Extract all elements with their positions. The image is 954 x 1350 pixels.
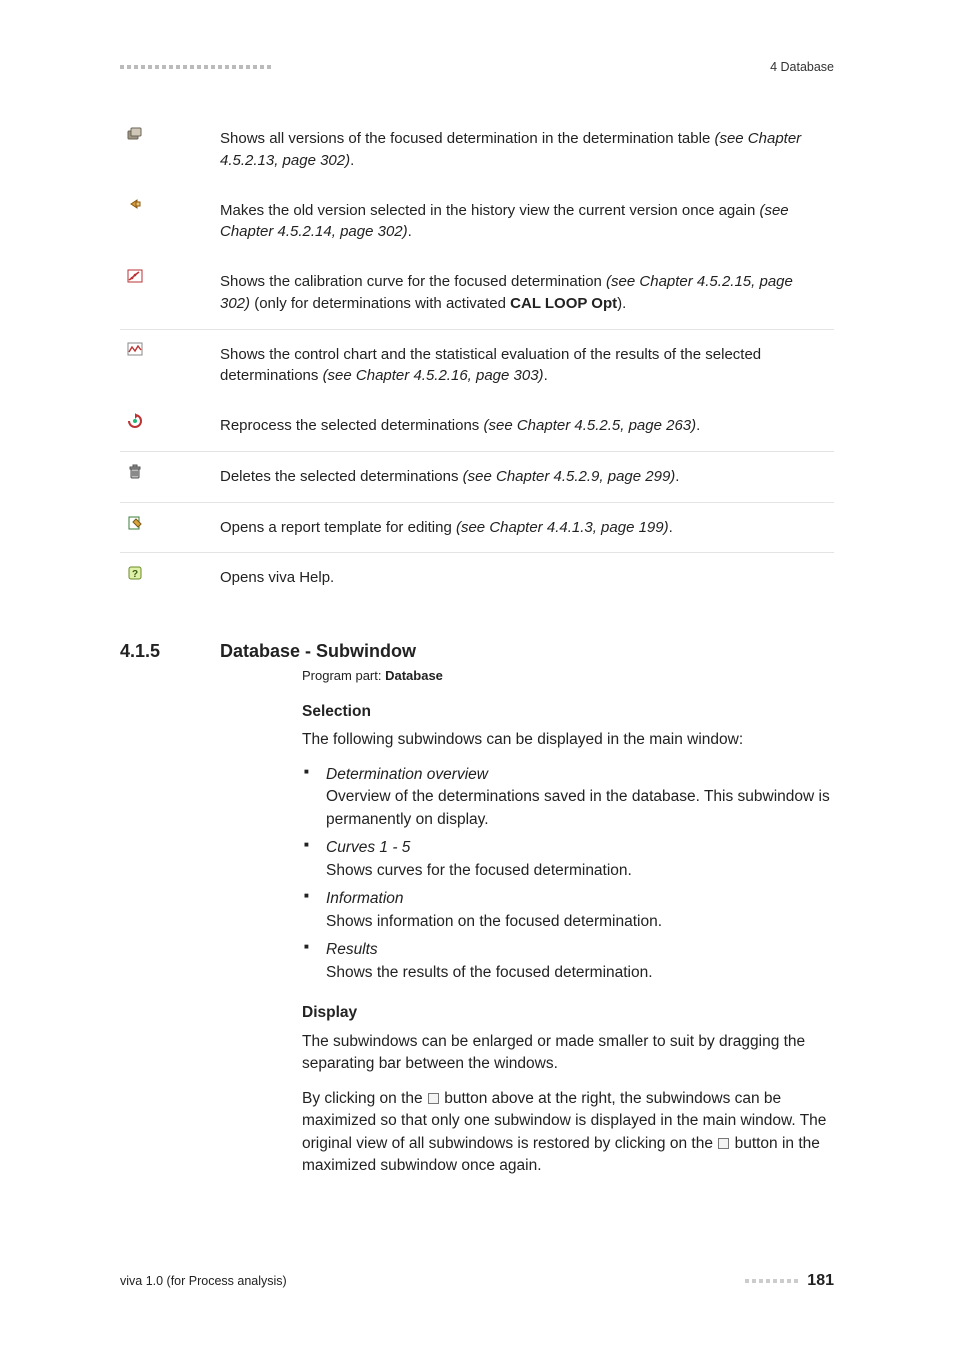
list-item-term: Determination overview	[326, 764, 834, 786]
icon-description: Shows the control chart and the statisti…	[220, 329, 834, 401]
icon-description: Deletes the selected determinations (see…	[220, 451, 834, 502]
program-part-label: Program part:	[302, 668, 385, 683]
list-item-term: Results	[326, 939, 834, 961]
desc-text: Deletes the selected determinations	[220, 468, 463, 485]
desc-bold: CAL LOOP Opt	[510, 295, 617, 312]
list-item-desc: Shows information on the focused determi…	[326, 911, 834, 933]
list-item-desc: Shows curves for the focused determinati…	[326, 860, 834, 882]
desc-ref: (see Chapter 4.4.1.3, page 199)	[456, 519, 669, 536]
table-row: Deletes the selected determinations (see…	[120, 451, 834, 502]
selection-heading: Selection	[302, 701, 834, 723]
toolbar-icons-table: Shows all versions of the focused determ…	[120, 114, 834, 603]
desc-text: Shows the calibration curve for the focu…	[220, 273, 606, 290]
icon-description: Makes the old version selected in the hi…	[220, 186, 834, 258]
list-item-desc: Shows the results of the focused determi…	[326, 962, 834, 984]
list-item-term: Curves 1 - 5	[326, 837, 834, 859]
section-number: 4.1.5	[120, 641, 220, 662]
table-row: Opens a report template for editing (see…	[120, 502, 834, 553]
list-item-desc: Overview of the determinations saved in …	[326, 786, 834, 831]
maximize-box-icon	[428, 1093, 439, 1104]
page-header: 4 Database	[0, 60, 954, 114]
icon-description: Shows all versions of the focused determ…	[220, 114, 834, 186]
header-chapter-label: 4 Database	[770, 60, 834, 74]
section-title: Database - Subwindow	[220, 641, 416, 662]
control-chart-icon	[120, 329, 220, 401]
table-row: Shows the calibration curve for the focu…	[120, 257, 834, 329]
table-row: Makes the old version selected in the hi…	[120, 186, 834, 258]
desc-text: Opens a report template for editing	[220, 519, 456, 536]
desc-ref: (see Chapter 4.5.2.5, page 263)	[483, 417, 696, 434]
restore-box-icon	[718, 1138, 729, 1149]
calibration-curve-icon	[120, 257, 220, 329]
desc-text: Makes the old version selected in the hi…	[220, 202, 759, 219]
desc-ref: (see Chapter 4.5.2.9, page 299)	[463, 468, 676, 485]
selection-intro: The following subwindows can be displaye…	[302, 729, 834, 751]
table-row: Shows all versions of the focused determ…	[120, 114, 834, 186]
display-paragraph-1: The subwindows can be enlarged or made s…	[302, 1031, 834, 1076]
subwindow-list: Determination overviewOverview of the de…	[302, 764, 834, 984]
icon-description: Opens a report template for editing (see…	[220, 502, 834, 553]
list-item-term: Information	[326, 888, 834, 910]
list-item: InformationShows information on the focu…	[302, 888, 834, 933]
program-part-value: Database	[385, 668, 443, 683]
footer-product-label: viva 1.0 (for Process analysis)	[120, 1274, 287, 1288]
versions-icon	[120, 114, 220, 186]
edit-template-icon	[120, 502, 220, 553]
page-number: 181	[807, 1272, 834, 1290]
section-heading: 4.1.5 Database - Subwindow	[120, 641, 954, 662]
display-paragraph-2: By clicking on the button above at the r…	[302, 1088, 834, 1178]
display-heading: Display	[302, 1002, 834, 1024]
page-footer: viva 1.0 (for Process analysis) 181	[120, 1272, 834, 1290]
restore-version-icon	[120, 186, 220, 258]
list-item: ResultsShows the results of the focused …	[302, 939, 834, 984]
table-row: Reprocess the selected determinations (s…	[120, 401, 834, 451]
delete-icon	[120, 451, 220, 502]
help-icon	[120, 553, 220, 603]
header-dots-left	[120, 65, 271, 69]
desc-text: Opens viva Help.	[220, 569, 334, 586]
desc-ref: (see Chapter 4.5.2.16, page 303)	[323, 367, 544, 384]
icon-description: Shows the calibration curve for the focu…	[220, 257, 834, 329]
table-row: Shows the control chart and the statisti…	[120, 329, 834, 401]
reprocess-icon	[120, 401, 220, 451]
desc-text: Shows all versions of the focused determ…	[220, 130, 714, 147]
list-item: Curves 1 - 5Shows curves for the focused…	[302, 837, 834, 882]
table-row: Opens viva Help.	[120, 553, 834, 603]
list-item: Determination overviewOverview of the de…	[302, 764, 834, 831]
program-part-line: Program part: Database	[302, 668, 954, 683]
icon-description: Opens viva Help.	[220, 553, 834, 603]
desc-text: Reprocess the selected determinations	[220, 417, 483, 434]
display-p2-part-a: By clicking on the	[302, 1090, 427, 1107]
icon-description: Reprocess the selected determinations (s…	[220, 401, 834, 451]
